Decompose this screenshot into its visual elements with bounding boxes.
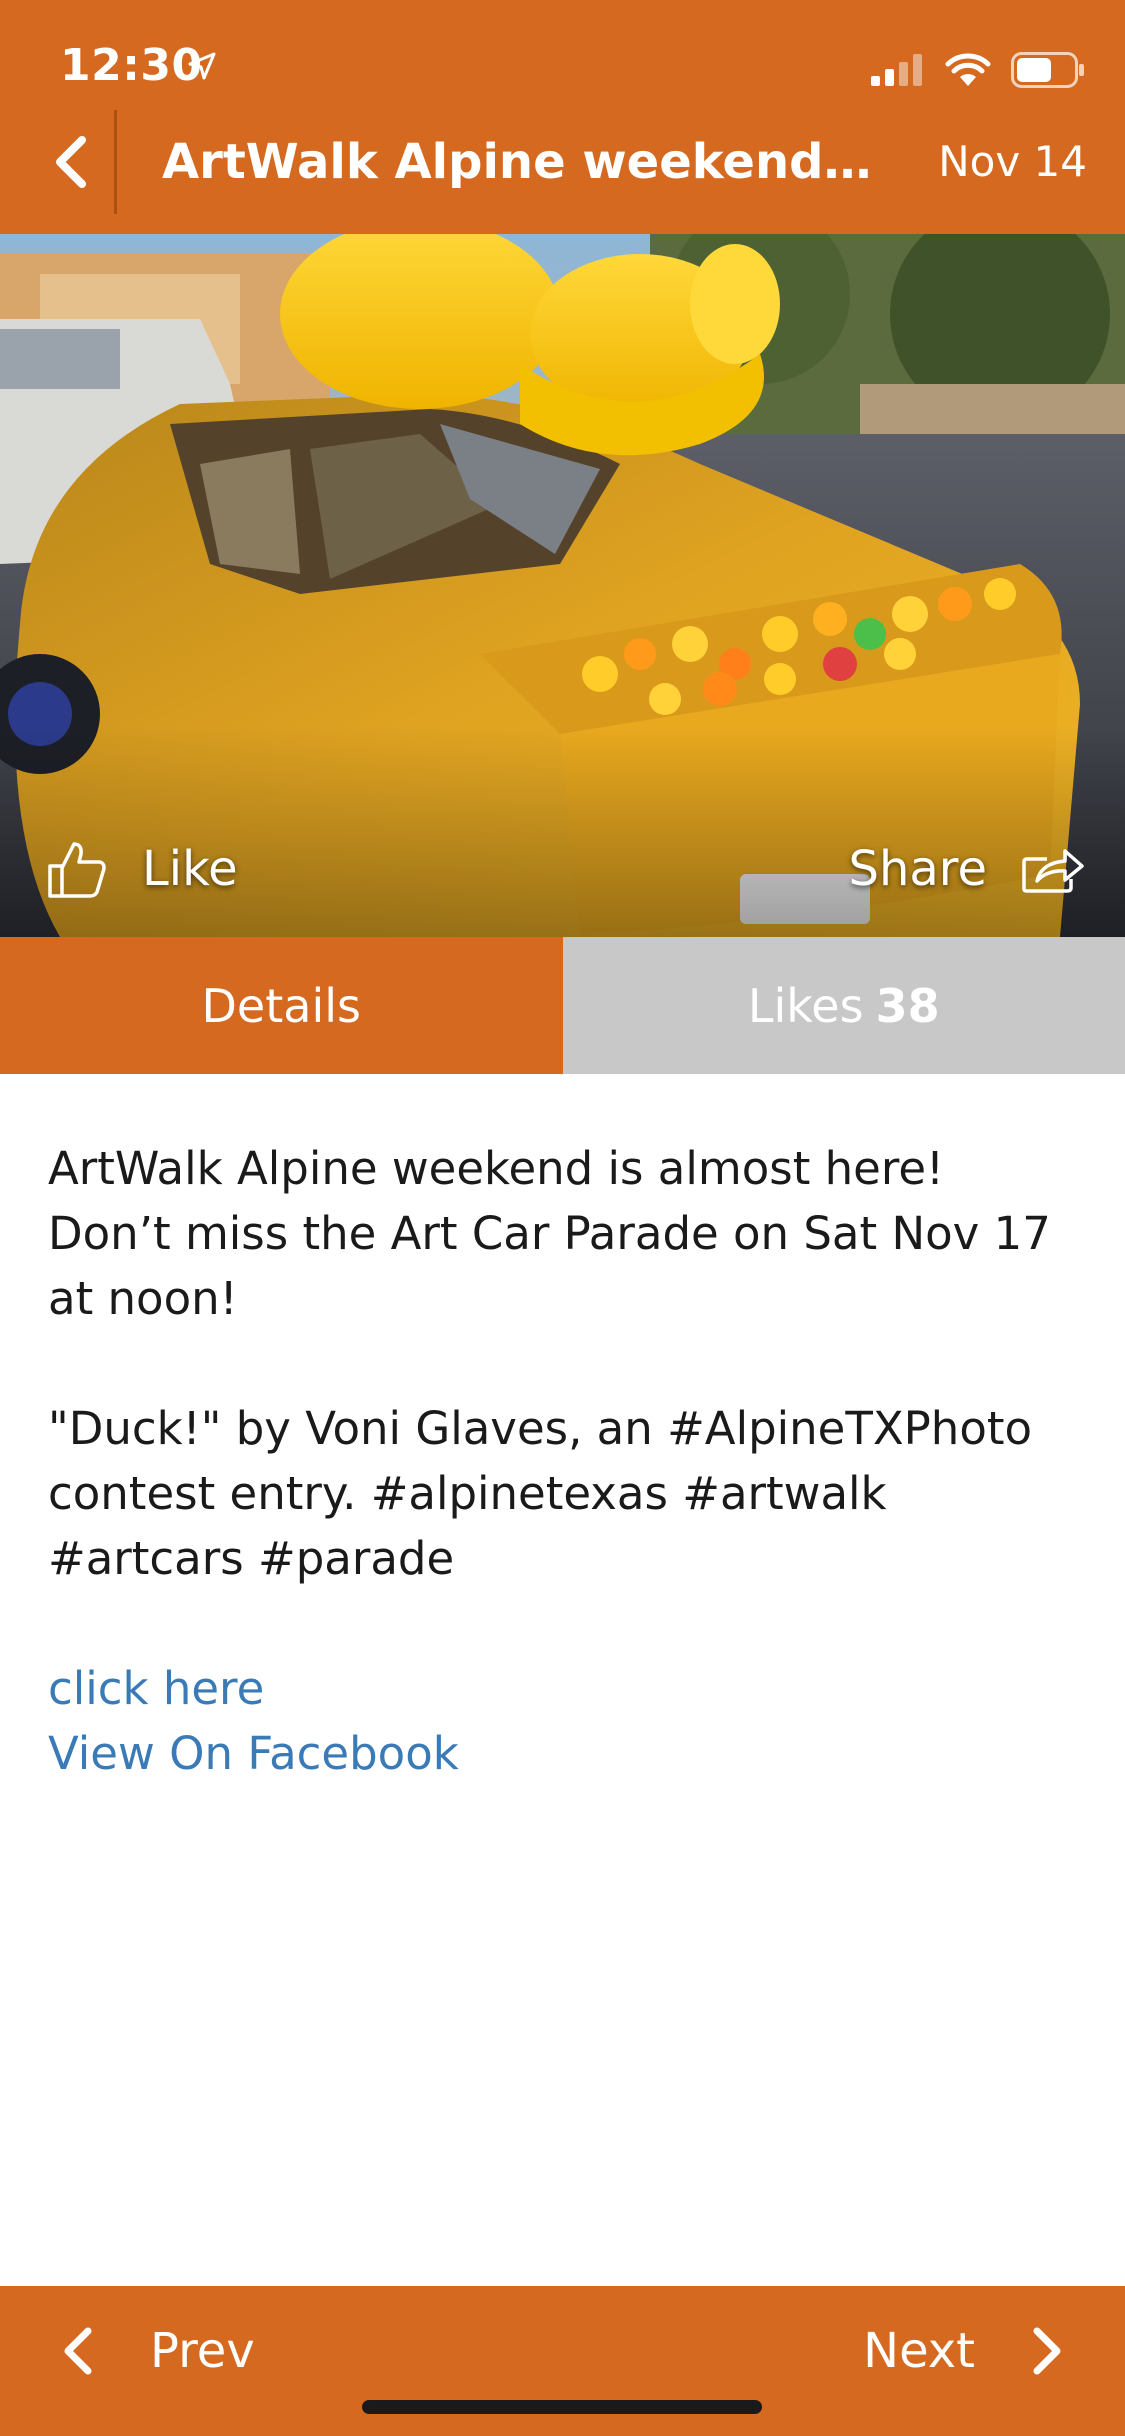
share-icon — [1022, 849, 1084, 893]
hero-photo: Like Share — [0, 234, 1125, 937]
tab-details[interactable]: Details — [0, 937, 563, 1074]
share-button[interactable]: Share — [848, 824, 1085, 914]
next-label: Next — [863, 2323, 975, 2379]
prev-chevron-icon — [64, 2327, 92, 2375]
tab-details-label: Details — [201, 978, 361, 1033]
page-title: ArtWalk Alpine weekend is al... — [162, 134, 882, 190]
click-here-link[interactable]: click here — [48, 1656, 1078, 1721]
status-time: 12:30 — [60, 40, 203, 91]
tab-likes[interactable]: Likes 38 — [562, 937, 1125, 1074]
status-bar: 12:30 — [0, 0, 1125, 91]
prev-button[interactable]: Prev — [60, 2286, 255, 2416]
like-label: Like — [142, 841, 238, 897]
back-chevron-icon — [56, 136, 86, 188]
tab-likes-label: Likes — [747, 978, 864, 1033]
status-indicators — [871, 50, 1085, 90]
nav-divider — [114, 110, 117, 214]
like-button[interactable]: Like — [46, 824, 238, 914]
post-date: Nov 14 — [938, 137, 1087, 186]
view-on-facebook-link[interactable]: View On Facebook — [48, 1721, 1078, 1786]
wifi-icon — [945, 53, 991, 86]
signal-icon — [871, 54, 922, 86]
tab-bar: Details Likes 38 — [0, 937, 1125, 1074]
next-button[interactable]: Next — [863, 2286, 1065, 2416]
next-chevron-icon — [1033, 2327, 1061, 2375]
battery-icon — [1011, 52, 1084, 88]
post-text-paragraph: "Duck!" by Voni Glaves, an #AlpineTXPhot… — [48, 1402, 1033, 1585]
back-button[interactable] — [20, 90, 120, 234]
nav-bar: ArtWalk Alpine weekend is al... Nov 14 — [0, 90, 1125, 234]
post-details: ArtWalk Alpine weekend is almost here! D… — [48, 1136, 1078, 1786]
prev-label: Prev — [150, 2323, 255, 2379]
post-text-paragraph: ArtWalk Alpine weekend is almost here! D… — [48, 1142, 1051, 1325]
thumbs-up-icon — [48, 842, 106, 898]
home-indicator[interactable] — [362, 2400, 762, 2414]
likes-count: 38 — [875, 978, 940, 1033]
share-label: Share — [848, 841, 987, 897]
location-arrow-icon — [188, 52, 216, 80]
